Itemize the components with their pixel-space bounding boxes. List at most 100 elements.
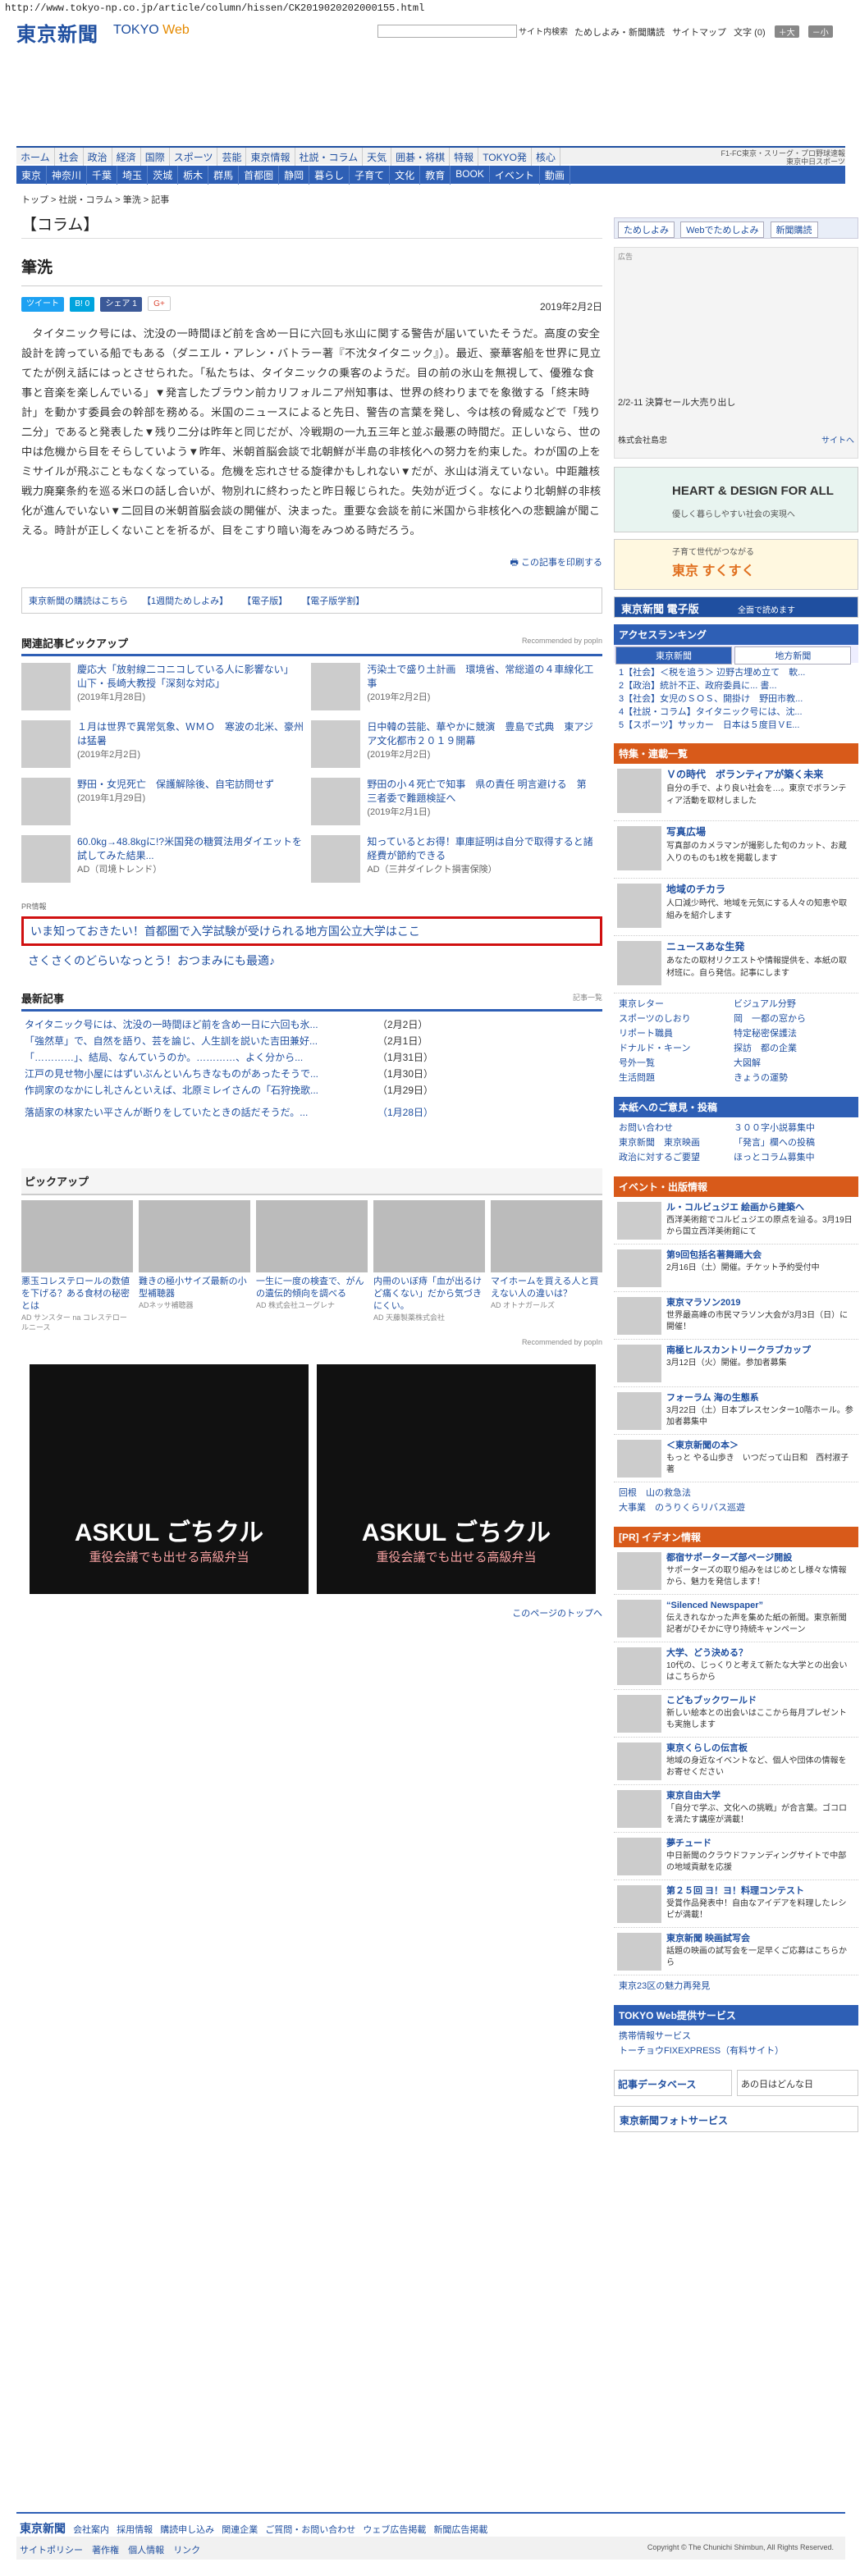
breadcrumb[interactable]: トップ > 社説・コラム > 筆洗 > 記事 [21, 193, 169, 206]
article-database-banner[interactable]: 記事データベース [614, 2070, 732, 2096]
feature-link[interactable]: スポーツのしおり [619, 1012, 734, 1026]
related-item[interactable]: 日中韓の芸能、華やかに競演 豊島で式典 東アジア文化都市２０１９開幕 (2019年… [311, 720, 598, 773]
latest-item[interactable]: 江戸の見せ物小屋にはずいぶんといんちきなものがあったそうで... （1月30日） [25, 1066, 602, 1082]
related-item[interactable]: 野田・女児死亡 保護解除後、自宅訪問せず (2019年1月29日) [21, 778, 309, 830]
region-nav-item[interactable]: 茨城 [148, 166, 179, 185]
trial-button[interactable]: ためしよみ [618, 222, 675, 238]
ranking-item[interactable]: 4【社説・コラム】タイタニック号には、沈... [619, 706, 853, 719]
tab-tokyo[interactable]: 東京新聞 [615, 646, 732, 665]
banner-digital[interactable]: 東京新聞 電子版 全面で読めます [614, 596, 858, 618]
footer-link[interactable]: ウェブ広告掲載 [363, 2525, 426, 2535]
ion-item[interactable]: 東京くらしの伝言板 地域の身近なイベントなど、個人や団体の情報をお寄せください [614, 1738, 858, 1785]
feature-link[interactable]: ドナルド・キーン [619, 1041, 734, 1056]
font-increase-button[interactable]: ＋大 [774, 25, 799, 38]
ion-item[interactable]: “Silenced Newspaper” 伝えきれなかった声を集めた紙の新聞。東京… [614, 1595, 858, 1642]
footer-link[interactable]: ご質問・お問い合わせ [265, 2525, 355, 2535]
font-decrease-button[interactable]: －小 [807, 25, 833, 38]
ranking-item[interactable]: 3【社会】女児のＳＯＳ、開掛け 野田市教... [619, 692, 853, 706]
latest-item[interactable]: 「…………」、結局、なんていうのか。…………、よく分から... （1月31日） [25, 1049, 602, 1066]
chunichi-sports-link[interactable]: F1-FC東京・スリーグ・プロ野球速報 東京中日スポーツ [721, 149, 846, 166]
contact-link[interactable]: 政治に対するご要望 [619, 1150, 734, 1165]
google-plus-button[interactable]: G+ [148, 296, 171, 311]
nav-item[interactable]: 経済 [112, 148, 141, 167]
contact-link[interactable]: お問い合わせ [619, 1121, 734, 1135]
feature-item[interactable]: 写真広場 写真部のカメラマンが撮影した旬のカット、お蔵入りのものも1枚を掲載します [614, 821, 858, 879]
event-item[interactable]: ル・コルビュジエ 絵画から建築へ 西洋美術館でコルビュジエの原点を辿る。3月19日… [614, 1197, 858, 1245]
ranking-item[interactable]: 5【スポーツ】サッカー 日本は５度目ＶE... [619, 719, 853, 732]
feature-item[interactable]: ニュースあな生発 あなたの取材リクエストや情報提供を、本紙の取材班に。自ら発信。記… [614, 936, 858, 993]
print-link[interactable]: 🖶 この記事を印刷する [21, 555, 602, 571]
trial-subscribe-link[interactable]: ためしよみ・新聞購読 [574, 28, 665, 38]
trial-link[interactable]: 【1週間ためしよみ】 [142, 596, 228, 606]
tweet-button[interactable]: ツイート [21, 297, 64, 312]
feature-link[interactable]: 東京レター [619, 997, 734, 1012]
region-nav-item[interactable]: 神奈川 [47, 166, 88, 185]
footer-link[interactable]: 新聞広告掲載 [433, 2525, 487, 2535]
event-item[interactable]: フォーラム 海の生態系 3月22日（土）日本プレスセンター10階ホール。参加者募集… [614, 1387, 858, 1435]
event-link[interactable]: 回根 山の救急法 [619, 1486, 853, 1500]
web-trial-button[interactable]: Webでためしよみ [680, 222, 765, 238]
nav-item[interactable]: 芸能 [217, 148, 247, 167]
related-item[interactable]: 知っているとお得！車庫証明は自分で取得すると諸経費が節約できる AD（三井ダイレク… [311, 835, 598, 888]
footer-link[interactable]: 購読申し込み [160, 2525, 214, 2535]
nav-item[interactable]: スポーツ [170, 148, 218, 167]
service-link[interactable]: トーチョウFIXEXPRESS（有料サイト） [619, 2044, 853, 2058]
feature-link[interactable]: 大図解 [734, 1056, 849, 1071]
sidebar-ad[interactable]: 広告 2/2-11 決算セール大売り出し 株式会社島忠 サイトへ [614, 247, 858, 459]
ion-item[interactable]: 東京自由大学 「自分で学ぶ、文化への挑戦」が合言葉。ゴコロを満たす講座が満載！ [614, 1785, 858, 1833]
region-nav-item[interactable]: 動画 [540, 166, 570, 185]
site-logo-web[interactable]: TOKYO Web [113, 23, 190, 38]
ion-extra-link[interactable]: 東京23区の魅力再発見 [614, 1975, 858, 1997]
askul-ad[interactable]: ASKUL ごちクル 重役会議でも出せる高級弁当 [30, 1364, 309, 1594]
sitemap-link[interactable]: サイトマップ [672, 28, 726, 38]
contact-link[interactable]: ほっとコラム募集中 [734, 1150, 849, 1165]
banner-heart-design[interactable]: HEART & DESIGN FOR ALL 優しく暮らしやすい社会の実現へ [614, 467, 858, 532]
service-link[interactable]: 携帯情報サービス [619, 2029, 853, 2044]
nav-item[interactable]: 社説・コラム [295, 148, 364, 167]
link-page[interactable]: リンク [173, 2546, 200, 2555]
site-logo[interactable]: 東京新聞 [16, 18, 98, 47]
contact-link[interactable]: 「発言」欄への投稿 [734, 1135, 849, 1150]
related-item[interactable]: 汚染土で盛り土計画 環境省、常総道の４車線化工事 (2019年2月2日) [311, 663, 598, 715]
footer-link[interactable]: 採用情報 [117, 2525, 153, 2535]
feature-link[interactable]: ビジュアル分野 [734, 997, 849, 1012]
latest-item[interactable]: タイタニック号には、沈没の一時間ほど前を含め一日に六回も氷... （2月2日） [25, 1016, 602, 1033]
region-nav-item[interactable]: イベント [490, 166, 540, 185]
site-search-button[interactable]: サイト内検索 [519, 25, 568, 37]
feature-link[interactable]: 号外一覧 [619, 1056, 734, 1071]
student-digital-link[interactable]: 【電子版学割】 [301, 596, 364, 606]
footer-link[interactable]: 関連企業 [222, 2525, 258, 2535]
feature-link[interactable]: きょうの運勢 [734, 1071, 849, 1085]
ranking-item[interactable]: 2【政治】統計不正、政府委員に... 書... [619, 679, 853, 692]
nav-item[interactable]: 特報 [450, 148, 479, 167]
pickup-item[interactable]: 悪玉コレステロールの数値を下げる？ある食材の秘密とは AD サンスター na コレ… [21, 1200, 133, 1332]
contact-link[interactable]: ３００字小説募集中 [734, 1121, 849, 1135]
related-item[interactable]: 慶応大「放射線二コニコしている人に影響ない」 山下・長崎大教授「深刻な対応」 (2… [21, 663, 309, 715]
region-nav-item[interactable]: 静岡 [279, 166, 310, 185]
region-nav-item[interactable]: 文化 [390, 166, 421, 185]
ion-item[interactable]: 大学、どう決める？ 10代の、じっくりと考えて新たな大学との出会いはこちらから [614, 1642, 858, 1690]
subscribe-button[interactable]: 新聞購読 [770, 222, 818, 238]
pickup-item[interactable]: 一生に一度の検査で、がんの遺伝的傾向を調べる AD 株式会社ユーグレナ [256, 1200, 368, 1310]
region-nav-item[interactable]: 暮らし [309, 166, 350, 185]
region-nav-item[interactable]: 子育て [350, 166, 391, 185]
pickup-item[interactable]: 内冊のいぼ痔「血が出るけど痛くない」だから気づきにくい。 AD 天藤製薬株式会社 [373, 1200, 485, 1322]
ion-item[interactable]: 都宿サポーターズ部ページ開設 サポーターズの取り組みをはじめとし様々な情報から、魅… [614, 1547, 858, 1595]
feature-item[interactable]: Ｖの時代 ボランティアが築く未来 自分の手で、より良い社会を…。東京でボランティア… [614, 764, 858, 821]
privacy-link[interactable]: 個人情報 [128, 2546, 164, 2555]
region-nav-item[interactable]: BOOK [451, 166, 490, 182]
ion-item[interactable]: 夢チュード 中日新聞のクラウドファンディングサイトで中部の地域貢献を応援 [614, 1833, 858, 1880]
nav-item[interactable]: 国際 [141, 148, 170, 167]
article-list-button[interactable]: 記事一覧 [573, 992, 602, 1003]
event-item[interactable]: 第9回包括名著舞踊大会 2月16日（土）開催。チケット予約受付中 [614, 1245, 858, 1292]
region-nav-item[interactable]: 首都圏 [239, 166, 280, 185]
footer-link[interactable]: 会社案内 [73, 2525, 109, 2535]
site-search-input[interactable] [377, 25, 517, 38]
feature-item[interactable]: 地域のチカラ 人口減少時代、地域を元気にする人々の知恵や取組みを紹介します [614, 879, 858, 936]
region-nav-item[interactable]: 栃木 [178, 166, 209, 185]
hatena-bookmark-button[interactable]: B! 0 [70, 297, 95, 312]
related-item[interactable]: 野田の小４死亡で知事 県の責任 明言避ける 第三者委で難題検証へ (2019年2月… [311, 778, 598, 830]
region-nav-item[interactable]: 群馬 [208, 166, 240, 185]
banner-sukusuku[interactable]: 東京 すくすく 子育て世代がつながる [614, 539, 858, 590]
facebook-share-button[interactable]: シェア 1 [100, 297, 142, 312]
